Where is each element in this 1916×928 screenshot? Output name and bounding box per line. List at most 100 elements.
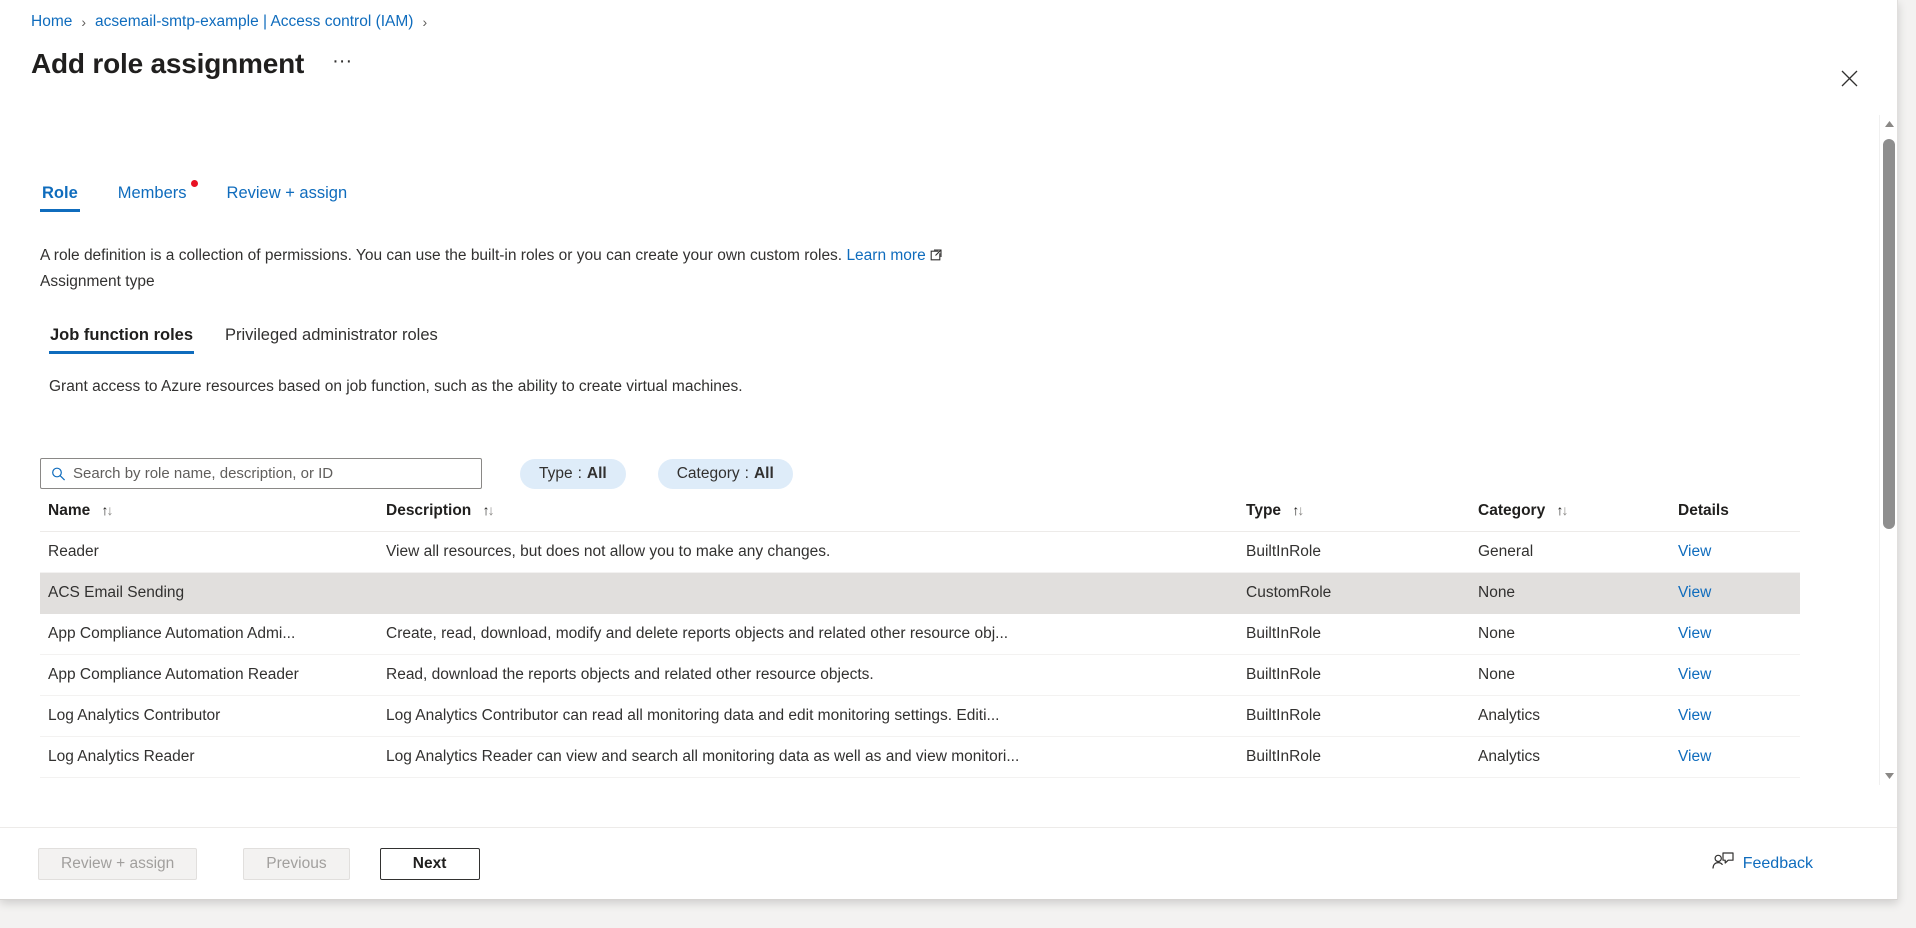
breadcrumb-item-access-control[interactable]: acsemail-smtp-example | Access control (… [95,13,413,31]
table-row[interactable]: App Compliance Automation Admi... Create,… [40,613,1800,655]
filter-pill-category-separator: : [744,464,749,482]
members-required-badge-icon [190,180,198,187]
cell-role-description: Read, download the reports objects and r… [378,654,1238,696]
learn-more-link[interactable]: Learn more [846,247,942,264]
more-options-button[interactable]: ··· [324,48,360,80]
cell-role-description: View all resources, but does not allow y… [378,531,1238,573]
table-row[interactable]: App Compliance Automation Reader Read, do… [40,654,1800,696]
tab-review-assign[interactable]: Review + assign [225,183,350,212]
breadcrumb: Home › acsemail-smtp-example | Access co… [31,12,436,32]
scroll-up-button[interactable] [1880,115,1897,133]
filter-pill-category-key: Category [676,464,740,482]
view-details-link[interactable]: View [1678,625,1711,642]
role-definition-description-text: A role definition is a collection of per… [40,247,843,264]
table-row[interactable]: Reader View all resources, but does not a… [40,531,1800,573]
view-details-link[interactable]: View [1678,666,1711,683]
subtab-job-function-roles-label: Job function roles [50,326,194,344]
scroll-down-button[interactable] [1880,767,1897,785]
filter-pill-category[interactable]: Category : All [657,458,793,489]
cell-role-category: None [1470,654,1670,696]
column-header-type[interactable]: Type ↑↓ [1238,502,1470,532]
cell-role-name: App Compliance Automation Admi... [40,613,378,655]
view-details-link[interactable]: View [1678,748,1711,765]
column-header-details: Details [1670,502,1800,532]
next-button[interactable]: Next [379,847,480,880]
grant-access-description: Grant access to Azure resources based on… [49,378,743,395]
review-and-assign-button[interactable]: Review + assign [38,847,198,880]
previous-button[interactable]: Previous [243,847,350,880]
sort-arrows-type-icon: ↑↓ [1292,502,1304,518]
cell-role-name: Reader [40,531,378,573]
roles-toolbar: Type : All Category : All [40,458,793,489]
cell-role-details[interactable]: View [1670,736,1800,778]
column-header-description[interactable]: Description ↑↓ [378,502,1238,532]
cell-role-details[interactable]: View [1670,654,1800,696]
filter-pill-type[interactable]: Type : All [520,458,626,489]
search-input[interactable] [41,459,481,488]
sort-arrows-category-icon: ↑↓ [1556,502,1569,518]
cell-role-description: Create, read, download, modify and delet… [378,613,1238,655]
blade-vertical-scrollbar[interactable] [1879,115,1897,785]
cell-role-description: Log Analytics Reader can view and search… [378,736,1238,778]
cell-role-category: Analytics [1470,695,1670,737]
roles-table-header: Name ↑↓ Description ↑↓ Type ↑↓ Category … [40,502,1800,532]
view-details-link[interactable]: View [1678,584,1711,601]
learn-more-label: Learn more [846,247,926,264]
title-row: Add role assignment ··· [31,46,360,82]
page-title: Add role assignment [31,48,305,79]
subtab-job-function-roles[interactable]: Job function roles [49,325,195,354]
tab-members[interactable]: Members [116,180,198,212]
filter-pill-type-separator: : [577,464,582,482]
breadcrumb-separator-icon: › [81,14,87,30]
feedback-label: Feedback [1742,854,1813,872]
close-button[interactable] [1829,58,1869,98]
cell-role-type: CustomRole [1238,572,1470,614]
cell-role-type: BuiltInRole [1238,531,1470,573]
cell-role-type: BuiltInRole [1238,613,1470,655]
cell-role-description: Log Analytics Contributor can read all m… [378,695,1238,737]
column-header-category[interactable]: Category ↑↓ [1470,502,1670,532]
cell-role-category: None [1470,572,1670,614]
column-header-name[interactable]: Name ↑↓ [40,502,378,532]
tab-members-label: Members [117,184,187,202]
table-row[interactable]: Log Analytics Contributor Log Analytics C… [40,695,1800,737]
cell-role-details[interactable]: View [1670,695,1800,737]
filter-pill-type-value: All [586,464,607,482]
cell-role-type: BuiltInRole [1238,695,1470,737]
column-header-details-label: Details [1678,502,1729,519]
feedback-person-icon [1712,852,1734,875]
column-header-category-label: Category [1478,502,1546,519]
role-definition-description: A role definition is a collection of per… [40,245,942,268]
sort-arrows-name-icon: ↑↓ [101,502,114,518]
table-row[interactable]: ACS Email Sending CustomRole None View [40,572,1800,614]
roles-table-body: Reader View all resources, but does not a… [40,531,1800,778]
cell-role-name: ACS Email Sending [40,572,378,614]
chevron-down-icon [1884,773,1894,779]
external-link-icon [930,246,942,268]
column-header-type-label: Type [1246,502,1282,519]
cell-role-details[interactable]: View [1670,531,1800,573]
scrollbar-thumb[interactable] [1883,139,1895,529]
blade-footer: Review + assign Previous Next Feedback [0,827,1897,899]
column-header-name-label: Name [48,502,91,519]
view-details-link[interactable]: View [1678,543,1711,560]
cell-role-name: Log Analytics Contributor [40,695,378,737]
view-details-link[interactable]: View [1678,707,1711,724]
cell-role-details[interactable]: View [1670,613,1800,655]
subtab-privileged-administrator-roles-label: Privileged administrator roles [225,326,438,344]
table-row[interactable]: Log Analytics Reader Log Analytics Reader… [40,736,1800,778]
wizard-tabs: Role Members Review + assign [40,178,385,212]
add-role-assignment-blade: Home › acsemail-smtp-example | Access co… [0,0,1898,900]
close-icon [1841,70,1857,86]
cell-role-type: BuiltInRole [1238,736,1470,778]
cell-role-details[interactable]: View [1670,572,1800,614]
feedback-button[interactable]: Feedback [1712,852,1813,875]
search-box[interactable] [40,458,482,489]
subtab-privileged-administrator-roles[interactable]: Privileged administrator roles [224,325,439,354]
cell-role-category: General [1470,531,1670,573]
filter-pill-type-key: Type [539,464,573,482]
cell-role-name: Log Analytics Reader [40,736,378,778]
tab-role[interactable]: Role [40,183,80,212]
tab-role-label: Role [42,184,78,202]
breadcrumb-item-home[interactable]: Home [31,13,72,31]
